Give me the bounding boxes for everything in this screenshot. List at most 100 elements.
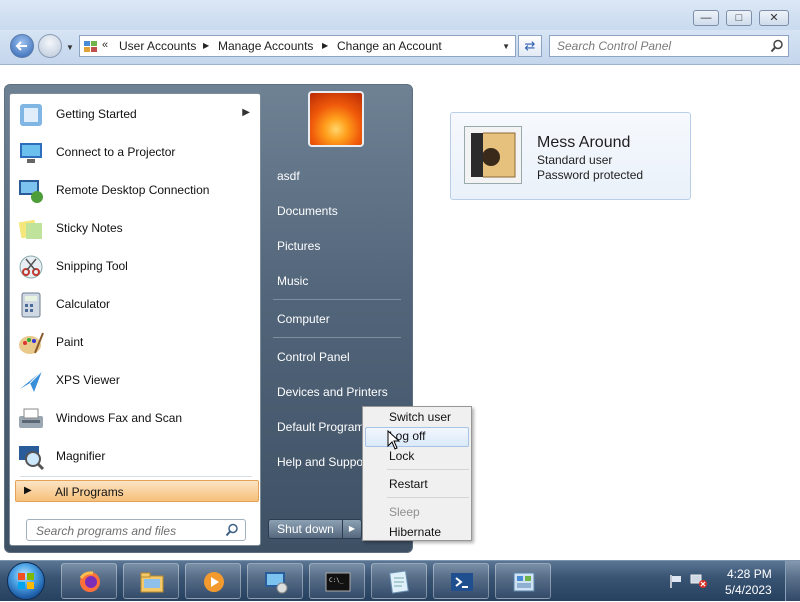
address-dropdown-icon[interactable]: ▼ (502, 42, 510, 51)
control-panel-icon (84, 41, 97, 52)
start-right-item-computer[interactable]: Computer (277, 312, 330, 326)
taskbar-command-prompt[interactable]: C:\_ (309, 563, 365, 599)
maximize-button[interactable]: □ (726, 10, 752, 26)
media-player-icon (204, 572, 224, 592)
sticky-notes-icon (18, 219, 42, 239)
menu-item-label: Switch user (389, 410, 452, 424)
taskbar-control-panel[interactable] (247, 563, 303, 599)
close-button[interactable]: ✕ (759, 10, 789, 26)
shut-down-options-menu: Switch user Log off Lock Restart Sleep H… (362, 406, 472, 541)
start-right-item-help-support[interactable]: Help and Support (277, 455, 370, 469)
start-item-xps-viewer[interactable]: XPS Viewer (10, 362, 260, 400)
remote-desktop-icon (19, 180, 43, 203)
start-item-fax-scan[interactable]: Windows Fax and Scan (10, 400, 260, 438)
refresh-button[interactable]: ⇄ (518, 35, 542, 57)
account-type: Standard user (537, 153, 613, 167)
snipping-tool-icon (19, 255, 43, 279)
forward-button[interactable] (38, 34, 62, 58)
start-item-snipping-tool[interactable]: Snipping Tool (10, 248, 260, 286)
breadcrumb-change-account[interactable]: Change an Account (337, 39, 442, 53)
menu-item-restart[interactable]: Restart (365, 475, 469, 495)
svg-text:C:\_: C:\_ (329, 577, 344, 584)
menu-item-hibernate[interactable]: Hibernate (365, 523, 469, 543)
start-item-label: Paint (56, 335, 84, 349)
start-item-sticky-notes[interactable]: Sticky Notes (10, 210, 260, 248)
account-name: Mess Around (537, 134, 631, 151)
network-settings-icon (513, 572, 535, 592)
show-desktop-button[interactable] (785, 561, 800, 601)
start-item-connect-projector[interactable]: Connect to a Projector (10, 134, 260, 172)
menu-item-label: Lock (389, 449, 415, 463)
shut-down-button[interactable]: Shut down (268, 519, 343, 539)
back-arrow-icon (15, 41, 27, 51)
start-search-input[interactable]: Search programs and files (26, 519, 246, 541)
taskbar-media-player[interactable] (185, 563, 241, 599)
taskbar-network-settings[interactable] (495, 563, 551, 599)
start-right-item-default-programs[interactable]: Default Programs (277, 420, 370, 434)
taskbar-powershell[interactable] (433, 563, 489, 599)
menu-item-lock[interactable]: Lock (365, 447, 469, 467)
start-item-remote-desktop[interactable]: Remote Desktop Connection (10, 172, 260, 210)
guitar-avatar (464, 126, 522, 184)
refresh-icon: ⇄ (524, 38, 536, 53)
clock-date[interactable]: 5/4/2023 (725, 583, 772, 597)
minimize-button[interactable]: — (693, 10, 719, 26)
submenu-arrow-icon: ▶ (242, 107, 250, 118)
menu-item-label: Hibernate (389, 525, 442, 539)
search-icon[interactable] (225, 523, 239, 537)
start-item-label: Calculator (56, 297, 111, 311)
start-right-item-documents[interactable]: Documents (277, 204, 338, 218)
start-item-calculator[interactable]: Calculator (10, 286, 260, 324)
back-button[interactable] (10, 34, 34, 58)
breadcrumb-user-accounts[interactable]: User Accounts (119, 39, 196, 53)
control-panel-screen-icon (265, 572, 288, 594)
breadcrumb-manage-accounts[interactable]: Manage Accounts (218, 39, 313, 53)
start-right-item-control-panel[interactable]: Control Panel (277, 350, 350, 364)
search-icon[interactable] (770, 39, 784, 53)
start-right-item-pictures[interactable]: Pictures (277, 239, 320, 253)
menu-item-switch-user[interactable]: Switch user (365, 408, 469, 428)
clock-time[interactable]: 4:28 PM (727, 567, 772, 581)
firefox-icon (79, 571, 100, 592)
divider (273, 337, 401, 338)
taskbar-firefox[interactable] (61, 563, 117, 599)
taskbar-notepad[interactable] (371, 563, 427, 599)
address-bar[interactable]: « User Accounts ▶ Manage Accounts ▶ Chan… (79, 35, 516, 57)
user-picture-flower[interactable] (308, 91, 364, 147)
network-disconnected-icon[interactable] (690, 573, 708, 589)
recent-pages-dropdown-icon[interactable]: ▼ (66, 43, 74, 52)
menu-item-label: Restart (389, 477, 428, 491)
start-item-label: Sticky Notes (56, 221, 123, 235)
start-search-placeholder: Search programs and files (36, 524, 177, 538)
taskbar-file-explorer[interactable] (123, 563, 179, 599)
start-button[interactable] (7, 562, 45, 600)
menu-item-log-off[interactable]: Log off (365, 427, 469, 447)
search-control-panel-input[interactable]: Search Control Panel (549, 35, 789, 57)
title-bar[interactable]: — □ ✕ (0, 0, 800, 30)
breadcrumb-arrow-icon[interactable]: ▶ (203, 41, 209, 50)
menu-item-label: Sleep (389, 505, 420, 519)
start-item-getting-started[interactable]: Getting Started ▶ (10, 96, 260, 134)
start-right-item-devices-printers[interactable]: Devices and Printers (277, 385, 388, 399)
breadcrumb-arrow-icon[interactable]: ▶ (322, 41, 328, 50)
start-right-item-music[interactable]: Music (277, 274, 308, 288)
minimize-icon: — (700, 12, 712, 24)
notepad-icon (389, 570, 409, 594)
maximize-icon: □ (735, 12, 743, 24)
shut-down-options-arrow-icon[interactable]: ▶ (343, 519, 362, 539)
all-programs-button[interactable]: ▶ All Programs (15, 480, 259, 502)
account-card[interactable]: Mess Around Standard user Password prote… (450, 112, 691, 200)
start-right-item-user[interactable]: asdf (277, 169, 300, 183)
powershell-icon (451, 573, 473, 591)
projector-icon (20, 143, 42, 163)
menu-divider (387, 469, 469, 470)
divider (20, 476, 252, 477)
magnifier-icon (19, 446, 45, 471)
account-password-status: Password protected (537, 168, 644, 182)
menu-item-sleep: Sleep (365, 503, 469, 523)
breadcrumb-overflow-icon[interactable]: « (102, 39, 108, 51)
start-item-magnifier[interactable]: Magnifier (10, 438, 260, 476)
start-item-paint[interactable]: Paint (10, 324, 260, 362)
action-center-flag-icon[interactable] (668, 573, 684, 589)
file-explorer-icon (140, 572, 164, 593)
